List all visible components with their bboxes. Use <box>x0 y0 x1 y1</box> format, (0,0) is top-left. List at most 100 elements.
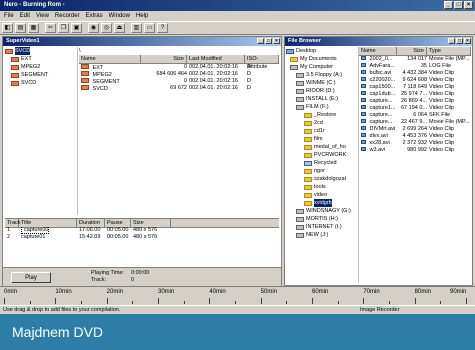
tree-item[interactable]: cd1r <box>286 127 358 135</box>
tree-item[interactable]: FILM (F:) <box>286 103 358 111</box>
pane-minimize-button[interactable]: _ <box>257 38 264 44</box>
column-iso[interactable]: ISO-Attribute <box>245 55 279 70</box>
tree-item[interactable]: RIOOR (D:) <box>286 87 358 95</box>
copy-icon[interactable]: ❐ <box>58 23 69 33</box>
column-type[interactable]: Type <box>427 47 471 55</box>
column-name[interactable]: Name <box>359 47 397 55</box>
menu-help[interactable]: Help <box>136 11 148 21</box>
browser-file-row[interactable]: capture... 22 467 9... Movie File (MP... <box>359 119 471 126</box>
properties-icon[interactable]: ▥ <box>131 23 142 33</box>
tree-item[interactable]: NEW (J:) <box>286 231 358 239</box>
browser-file-row[interactable]: divx.avi 4 453 376 Video Clip <box>359 133 471 140</box>
tree-item[interactable]: 3.5 Floppy (A:) <box>286 71 358 79</box>
track-row[interactable]: 2 capture01 15:42.09 00:05.00 480 x 576 <box>5 234 279 241</box>
tree-item-root[interactable]: SVCD <box>5 47 77 55</box>
folder-icon <box>81 85 89 90</box>
menu-window[interactable]: Window <box>109 11 130 21</box>
file-row[interactable]: SVCD 69 672 002.04.01. 20:02:16 D <box>79 85 279 92</box>
tree-item[interactable]: video <box>286 191 358 199</box>
disc-icon[interactable]: ◎ <box>101 23 112 33</box>
tree-item[interactable]: WINDSNAGY (G:) <box>286 207 358 215</box>
tree-item[interactable]: szakdolgozat <box>286 175 358 183</box>
column-name[interactable]: Name <box>79 55 141 63</box>
tree-item[interactable]: MORTIS (H:) <box>286 215 358 223</box>
column-duration[interactable]: Duration <box>77 219 105 227</box>
track-row[interactable]: 1 capture00 17:06.00 00:05.00 480 x 576 <box>5 227 279 234</box>
browser-file-row[interactable]: cap1500... 7 118 649 Video Clip <box>359 84 471 91</box>
disc-icon <box>5 48 13 54</box>
browser-file-row[interactable]: AdvFara... 35 LOG File <box>359 63 471 70</box>
tree-item[interactable]: EXT <box>5 55 77 63</box>
menu-view[interactable]: View <box>36 11 49 21</box>
play-button[interactable]: Play <box>11 272 51 283</box>
tree-item[interactable]: Recycled <box>286 159 358 167</box>
tree-desktop[interactable]: Desktop <box>286 47 358 55</box>
tree-item[interactable]: SVCD <box>5 79 77 87</box>
tree-item[interactable]: medal_of_ho <box>286 143 358 151</box>
tree-item[interactable]: 2cd <box>286 119 358 127</box>
browser-maximize-button[interactable]: □ <box>456 38 463 44</box>
status-bar: Use drag & drop to add files to your com… <box>0 305 475 314</box>
tree-item[interactable]: INTERNET (I:) <box>286 223 358 231</box>
pane-maximize-button[interactable]: □ <box>265 38 272 44</box>
maximize-button[interactable]: □ <box>454 1 463 9</box>
menu-extras[interactable]: Extras <box>86 11 103 21</box>
close-button[interactable]: × <box>464 1 473 9</box>
paste-icon[interactable]: ▣ <box>71 23 82 33</box>
tree-item[interactable]: xvidgrb <box>286 199 358 207</box>
tree-item[interactable]: ngor <box>286 167 358 175</box>
tree-item[interactable]: WINME (C:) <box>286 79 358 87</box>
folder-icon <box>290 56 298 62</box>
browser-file-row[interactable]: capture... 26 869 4... Video Clip <box>359 98 471 105</box>
browser-file-row[interactable]: DIVMrt.avi 2 699 264 Video Clip <box>359 126 471 133</box>
browser-file-row[interactable]: xx28.avi 2 372 932 Video Clip <box>359 140 471 147</box>
tree-item[interactable]: film <box>286 135 358 143</box>
window-icon[interactable]: ▭ <box>144 23 155 33</box>
column-tracksize[interactable]: Size <box>131 219 171 227</box>
browser-file-row[interactable]: cap1dub... 25 974 7... Video Clip <box>359 91 471 98</box>
folder-icon <box>81 78 89 83</box>
menu-edit[interactable]: Edit <box>20 11 30 21</box>
column-title[interactable]: Title <box>19 219 77 227</box>
file-row[interactable]: EXT 0 002.04.01. 20:02:16 D <box>79 64 279 71</box>
playing-time-value: 0:00:00 <box>131 270 150 276</box>
minimize-button[interactable]: _ <box>444 1 453 9</box>
browser-minimize-button[interactable]: _ <box>448 38 455 44</box>
tree-item[interactable]: SEGMENT <box>5 71 77 79</box>
open-icon[interactable]: ▤ <box>15 23 26 33</box>
save-icon[interactable]: ▦ <box>28 23 39 33</box>
menu-recorder[interactable]: Recorder <box>55 11 80 21</box>
tree-item[interactable]: MPEG2 <box>5 63 77 71</box>
file-row[interactable]: MPEG2 684 606 464 002.04.01. 20:02:16 D <box>79 71 279 78</box>
browser-file-row[interactable]: 2002_0... 134 017 Movie File (MP... <box>359 56 471 63</box>
tree-item[interactable]: tools <box>286 183 358 191</box>
column-pause[interactable]: Pause <box>105 219 131 227</box>
tree-item[interactable]: My Documents <box>286 55 358 63</box>
browser-file-row[interactable]: w3.avi 980 992 Video Clip <box>359 147 471 154</box>
menu-file[interactable]: File <box>4 11 14 21</box>
help-icon[interactable]: ? <box>157 23 168 33</box>
column-size[interactable]: Size <box>397 47 427 55</box>
column-modified[interactable]: Last Modified <box>187 55 245 63</box>
folder-icon <box>304 184 312 190</box>
tree-item[interactable]: INSTALL (E:) <box>286 95 358 103</box>
browser-close-button[interactable]: × <box>464 38 471 44</box>
browser-file-row[interactable]: capture... 6 064 SFK File <box>359 112 471 119</box>
file-row[interactable]: SEGMENT 0 002.04.01. 20:02:16 D <box>79 78 279 85</box>
browser-file-row[interactable]: capture1... 67 194 0... Video Clip <box>359 105 471 112</box>
new-compilation-icon[interactable]: ◧ <box>2 23 13 33</box>
tree-item[interactable]: _Restore <box>286 111 358 119</box>
column-track[interactable]: Track <box>5 219 21 227</box>
pane-close-button[interactable]: × <box>273 38 280 44</box>
tree-item[interactable]: My Computer <box>286 63 358 71</box>
burn-icon[interactable]: ◉ <box>88 23 99 33</box>
tree-item[interactable]: PVCRWORK <box>286 151 358 159</box>
ruler-label: 70min <box>363 289 380 295</box>
column-size[interactable]: Size <box>141 55 187 63</box>
cut-icon[interactable]: ✂ <box>45 23 56 33</box>
browser-file-row[interactable]: bufsc.avi 4 432 384 Video Clip <box>359 70 471 77</box>
eject-icon[interactable]: ⏏ <box>114 23 125 33</box>
browser-file-row[interactable]: c220020... 9 624 608 Video Clip <box>359 77 471 84</box>
ruler-minor-tick <box>286 301 288 304</box>
ruler-minor-tick <box>132 301 134 304</box>
